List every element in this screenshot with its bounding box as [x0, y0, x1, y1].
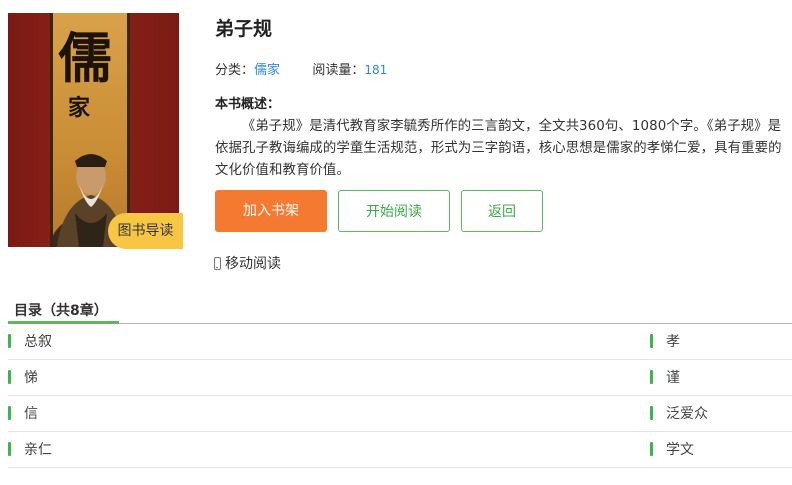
chapter-title: 信	[24, 406, 38, 422]
chapter-title: 孝	[666, 334, 680, 350]
chapter-title: 悌	[24, 370, 38, 386]
toc-row: 亲仁 学文	[8, 432, 792, 468]
chapter-marker	[8, 406, 11, 420]
chapter-title: 亲仁	[24, 442, 52, 458]
chapter-marker	[650, 442, 653, 456]
toc-row: 悌 谨	[8, 360, 792, 396]
summary-heading: 本书概述：	[215, 97, 281, 112]
chapter-title: 泛爱众	[666, 406, 708, 422]
category-label: 分类：	[215, 63, 255, 78]
chapter-marker	[8, 442, 11, 456]
toc-heading: 目录（共8章）	[14, 303, 108, 319]
start-reading-button[interactable]: 开始阅读	[338, 190, 450, 232]
chapter-marker	[8, 370, 11, 384]
chapter-marker	[650, 334, 653, 348]
back-button[interactable]: 返回	[461, 190, 543, 232]
chapter-marker	[8, 334, 11, 348]
category-link[interactable]: 儒家	[254, 63, 280, 78]
chapter-title: 谨	[666, 370, 680, 386]
phone-icon	[214, 256, 221, 270]
add-to-shelf-button[interactable]: 加入书架	[215, 190, 327, 232]
book-summary: 《弟子规》是清代教育家李毓秀所作的三言韵文，全文共360句、1080个字。《弟子…	[215, 119, 782, 178]
toc-row: 信 泛爱众	[8, 396, 792, 432]
chapter-marker	[650, 370, 653, 384]
chapter-title: 学文	[666, 442, 694, 458]
reads-label: 阅读量：	[312, 63, 365, 78]
mobile-read-link[interactable]: 移动阅读	[214, 253, 281, 273]
reads-count: 181	[364, 63, 388, 77]
mobile-read-label: 移动阅读	[225, 256, 281, 272]
book-meta: 分类：儒家 阅读量：181	[215, 59, 387, 78]
toc-row: 总叙 孝	[8, 324, 792, 360]
cover-title-char: 儒	[58, 26, 112, 90]
book-title: 弟子规	[215, 18, 273, 40]
book-cover[interactable]: 儒 家	[8, 13, 179, 247]
book-guide-badge[interactable]: 图书导读	[108, 213, 183, 249]
chapter-marker	[650, 406, 653, 420]
cover-subtitle-char: 家	[68, 95, 91, 121]
chapter-title: 总叙	[24, 334, 52, 350]
